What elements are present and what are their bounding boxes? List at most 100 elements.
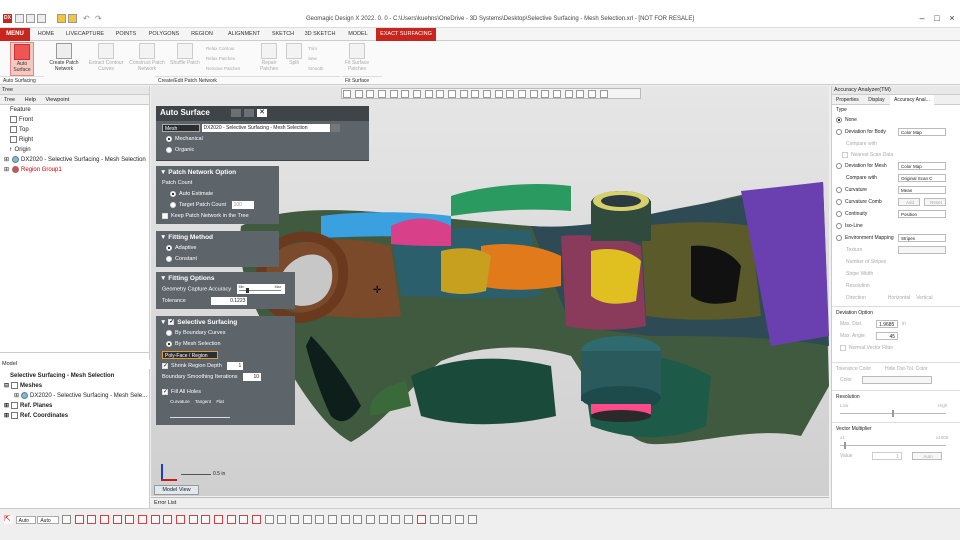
slider-thumb[interactable] — [892, 410, 894, 417]
option-target-count[interactable]: Target Patch Count 100 — [160, 200, 275, 211]
checkbox-icon[interactable]: ✓ — [162, 362, 168, 369]
filter-point2-icon[interactable] — [214, 515, 224, 524]
extract-contour-curves-button[interactable]: Extract Contour Curves — [86, 42, 126, 76]
radio-icon[interactable] — [836, 186, 842, 193]
tab-polygons[interactable]: POLYGONS — [144, 28, 184, 41]
deselect-icon[interactable] — [429, 515, 439, 524]
tab-exact-surfacing[interactable]: EXACT SURFACING — [376, 28, 436, 41]
mesh-select-icon[interactable] — [416, 515, 426, 524]
shade-icon[interactable] — [529, 90, 538, 98]
filter-icon[interactable] — [506, 90, 515, 98]
checkbox-icon[interactable] — [840, 344, 846, 351]
mesh-button[interactable]: Mesh — [162, 123, 200, 132]
filter-mesh-icon[interactable] — [74, 515, 84, 524]
filter-body-icon[interactable] — [138, 515, 148, 524]
tree-item-region-group[interactable]: ⊞ Region Group1 — [0, 165, 149, 175]
smooth-button[interactable]: Smooth — [308, 65, 324, 72]
env-mapping-dropdown[interactable]: Stripes — [898, 234, 946, 242]
rect-select-icon[interactable] — [290, 515, 300, 524]
fit-surface-button[interactable]: Fit Surface Patches — [342, 42, 372, 76]
tree-item-top[interactable]: Top — [0, 125, 149, 135]
model-item-ref-coords[interactable]: ⊞ Ref. Coordinates — [4, 411, 68, 421]
render-icon[interactable] — [541, 90, 550, 98]
slider-thumb[interactable] — [844, 442, 846, 449]
tab-alignment[interactable]: ALIGNMENT — [222, 28, 266, 41]
option-env-mapping[interactable]: Environment Mapping Stripes — [832, 232, 960, 244]
shrink-depth-input[interactable]: 1 — [227, 361, 244, 370]
radio-icon[interactable] — [836, 162, 842, 169]
radio-icon[interactable] — [166, 146, 172, 153]
fill-slider[interactable] — [170, 417, 230, 418]
filter-face-icon[interactable] — [100, 515, 110, 524]
tab-model[interactable]: MODEL — [342, 28, 374, 41]
option-auto-estimate[interactable]: Auto Estimate — [160, 189, 275, 200]
radio-icon[interactable] — [166, 340, 172, 347]
selection-mode-dropdown[interactable]: Auto — [37, 515, 60, 524]
curvature-dropdown[interactable]: Mean — [898, 186, 946, 194]
filter-sketch-icon[interactable] — [150, 515, 160, 524]
create-patch-network-button[interactable]: Create Patch Network — [46, 42, 82, 76]
shuffle-patch-button[interactable]: Shuffle Patch — [168, 42, 202, 76]
checkbox-icon[interactable] — [162, 212, 168, 219]
filter-point-icon[interactable] — [62, 515, 72, 524]
radio-icon[interactable] — [166, 135, 172, 142]
lasso-select-icon[interactable] — [315, 515, 325, 524]
polyface-region-button[interactable]: Poly-Face / Region — [162, 350, 218, 359]
grow-select-icon[interactable] — [378, 515, 388, 524]
tolerance-input[interactable]: 0.1223 — [211, 296, 248, 305]
model-item-meshes[interactable]: ⊟ Meshes — [4, 381, 42, 391]
tab-accuracy[interactable]: Accuracy Anal... — [889, 95, 934, 105]
expand-icon[interactable]: ⊞ — [4, 157, 9, 163]
keep-patch-checkbox[interactable]: Keep Patch Network in the Tree — [160, 211, 275, 222]
circle-select-icon[interactable] — [353, 515, 363, 524]
selection-filter-dropdown[interactable]: Auto — [15, 515, 36, 524]
invert-select-icon[interactable] — [404, 515, 414, 524]
select-rect-icon[interactable] — [401, 90, 410, 98]
accuracy-slider[interactable]: Min Max — [236, 284, 285, 294]
tab-help[interactable]: Help — [21, 95, 40, 105]
auto-button[interactable]: Auto — [912, 452, 942, 460]
radio-icon[interactable] — [836, 128, 842, 135]
view-select-icon[interactable] — [277, 515, 287, 524]
select-paint-icon[interactable] — [436, 90, 445, 98]
ok-check-icon[interactable] — [244, 109, 254, 117]
filter-curve-icon[interactable] — [163, 515, 173, 524]
option-constant[interactable]: Constant — [160, 254, 275, 265]
model-root[interactable]: Selective Surfacing - Mesh Selection — [10, 371, 114, 381]
import-icon[interactable] — [68, 14, 77, 23]
show-hide-icon[interactable] — [588, 90, 597, 98]
radio-icon[interactable] — [166, 244, 172, 251]
filter-plane-icon[interactable] — [176, 515, 186, 524]
mesh-pick-icon[interactable] — [331, 123, 341, 132]
radio-icon[interactable] — [836, 234, 842, 241]
maximize-icon[interactable]: □ — [930, 12, 944, 24]
auto-surface-button[interactable]: Auto Surface — [10, 42, 34, 76]
select-line-icon[interactable] — [448, 90, 457, 98]
option-curvature-comb[interactable]: Curvature Comb Add Reset — [832, 196, 960, 208]
tab-tree[interactable]: Tree — [0, 95, 19, 105]
view-orient-icon[interactable] — [343, 90, 351, 98]
checkbox-icon[interactable]: ✓ — [168, 319, 174, 326]
option-curvature[interactable]: Curvature Mean — [832, 184, 960, 196]
nearest-scan-checkbox[interactable]: Nearest Scan Data — [832, 150, 960, 160]
expand-icon[interactable]: ⊞ — [4, 403, 9, 409]
section-icon[interactable] — [564, 90, 573, 98]
repair-patches-button[interactable]: Repair Patches — [256, 42, 282, 76]
radio-icon[interactable] — [170, 190, 176, 197]
tab-properties[interactable]: Properties — [832, 95, 863, 105]
filter-coord-icon[interactable] — [201, 515, 211, 524]
color-icon[interactable] — [553, 90, 562, 98]
tree-item-right[interactable]: Right — [0, 135, 149, 145]
max-angle-input[interactable]: 45 — [876, 332, 898, 340]
selection-icon[interactable]: ⇱ — [4, 515, 13, 524]
xray-icon[interactable] — [576, 90, 585, 98]
select-brush-icon[interactable] — [424, 90, 433, 98]
collapse-icon[interactable]: ⊟ — [4, 383, 9, 389]
construct-patch-network-button[interactable]: Construct Patch Network — [128, 42, 166, 76]
target-icon[interactable] — [467, 515, 477, 524]
comb-reset-button[interactable]: Reset — [924, 198, 946, 206]
model-view-tab[interactable]: Model View — [154, 485, 199, 495]
checkbox-icon[interactable]: ✓ — [162, 388, 168, 395]
undo-icon[interactable]: ↶ — [83, 14, 90, 23]
close-icon[interactable]: × — [945, 12, 959, 24]
